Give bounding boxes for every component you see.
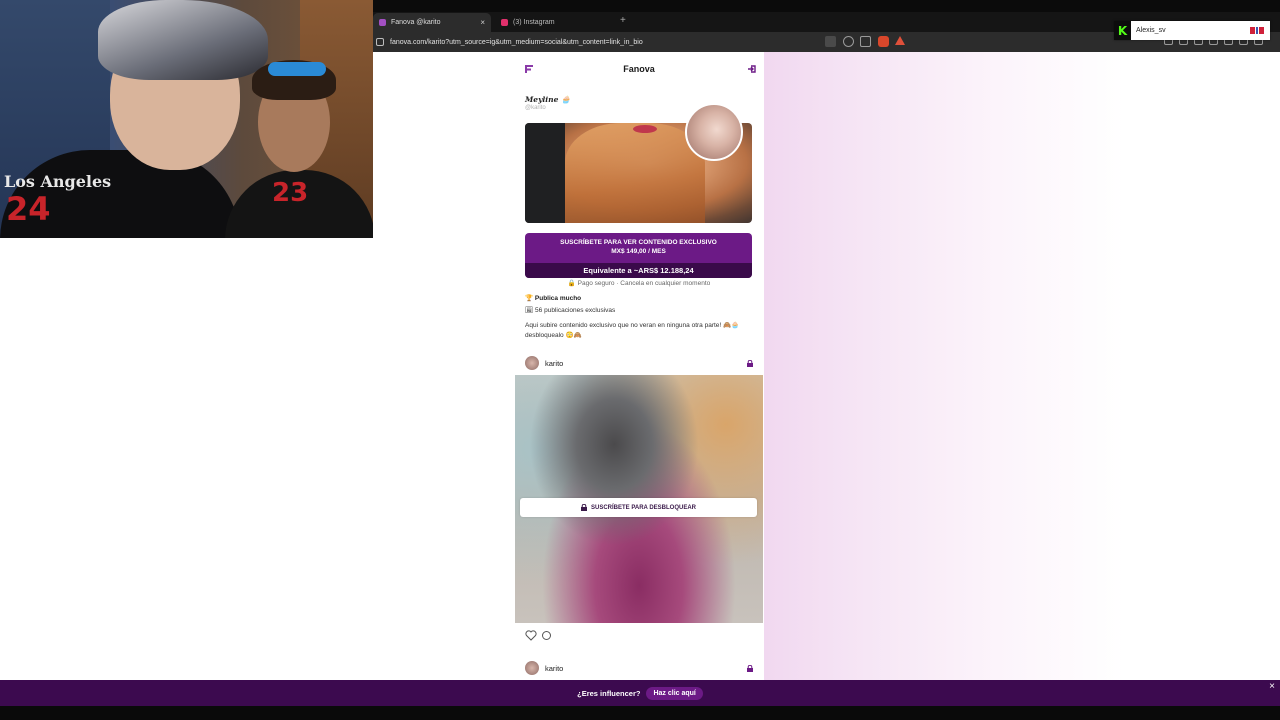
rewards-icon[interactable] xyxy=(895,36,905,45)
fanova-favicon-icon xyxy=(379,19,386,26)
app-title: Fanova xyxy=(623,64,655,74)
app-header: Fanova xyxy=(515,52,763,86)
creator-display-name: Meyline 🧁 xyxy=(525,95,571,104)
brave-shield-icon[interactable] xyxy=(878,36,889,47)
post-header: karito xyxy=(525,660,753,676)
subscribe-label: SUSCRÍBETE PARA VER CONTENIDO EXCLUSIVO xyxy=(560,239,717,246)
instagram-favicon-icon xyxy=(501,19,508,26)
unlock-post-button[interactable]: SUSCRÍBETE PARA DESBLOQUEAR xyxy=(520,498,757,517)
post-avatar[interactable] xyxy=(525,356,539,370)
lock-icon xyxy=(580,504,587,511)
fanova-page: Fanova Meyline 🧁 @karito SUSCRÍBETE PARA… xyxy=(515,52,763,680)
creator-avatar[interactable] xyxy=(685,103,743,161)
influencer-question: ¿Eres influencer? xyxy=(577,688,641,698)
site-info-icon[interactable] xyxy=(376,38,384,46)
close-icon[interactable]: × xyxy=(1269,681,1275,692)
comment-icon[interactable] xyxy=(541,630,552,641)
history-icon[interactable] xyxy=(843,36,854,47)
posting-frequency: 🏆 Publica mucho xyxy=(525,295,582,302)
unlock-label: SUSCRÍBETE PARA DESBLOQUEAR xyxy=(590,504,696,511)
post-actions xyxy=(525,630,552,641)
stream-username: Alexis_sv xyxy=(1136,27,1166,34)
screen: Fanova @karito × (3) Instagram + fanova.… xyxy=(0,0,1280,720)
heart-icon[interactable] xyxy=(525,630,537,641)
os-bottom-bar xyxy=(0,706,1280,720)
creator-handle: @karito xyxy=(525,105,546,111)
left-blank-area xyxy=(0,238,373,680)
secure-payment-note: 🔒 Pago seguro · Cancela en cualquier mom… xyxy=(567,280,711,287)
shirt-number: 24 xyxy=(6,190,51,228)
login-icon[interactable] xyxy=(747,64,757,74)
post-avatar[interactable] xyxy=(525,661,539,675)
new-tab-button[interactable]: + xyxy=(620,15,626,26)
tab-instagram[interactable]: (3) Instagram xyxy=(495,13,615,32)
subscribe-button[interactable]: SUSCRÍBETE PARA VER CONTENIDO EXCLUSIVO … xyxy=(525,233,752,278)
shirt-number: 23 xyxy=(272,178,309,208)
tab-fanova[interactable]: Fanova @karito × xyxy=(373,13,491,32)
post-header: karito xyxy=(525,355,753,371)
kick-logo-icon: K xyxy=(1114,21,1131,40)
post-username[interactable]: karito xyxy=(545,359,563,368)
fanova-logo-icon[interactable] xyxy=(524,64,534,74)
post-username[interactable]: karito xyxy=(545,664,563,673)
influencer-cta-button[interactable]: Haz clic aquí xyxy=(646,686,703,700)
tab-label: Fanova @karito xyxy=(391,19,441,26)
side-gradient-panel xyxy=(764,52,1280,680)
translate-icon[interactable] xyxy=(825,36,836,47)
shirt-text: Los Angeles xyxy=(4,172,112,191)
creator-bio: Aqui subire contenido exclusivo que no v… xyxy=(525,322,740,339)
influencer-banner: ¿Eres influencer? Haz clic aquí × xyxy=(0,680,1280,706)
lock-icon xyxy=(747,664,753,672)
share-icon[interactable] xyxy=(860,36,871,47)
tab-label: (3) Instagram xyxy=(513,19,555,26)
subscribe-price: MX$ 149,00 / MES xyxy=(611,248,666,255)
stream-user-badge: K Alexis_sv xyxy=(1114,21,1270,40)
address-url[interactable]: fanova.com/karito?utm_source=ig&utm_medi… xyxy=(390,39,643,46)
lock-icon xyxy=(747,359,753,367)
tab-close-icon[interactable]: × xyxy=(480,18,485,27)
webcam-feed: Los Angeles 24 23 xyxy=(0,0,373,238)
subscribe-equivalent-price: Equivalente a ~ARS$ 12.188,24 xyxy=(525,263,752,278)
flag-icon xyxy=(1250,27,1264,34)
post-count: 🖼 56 publicaciones exclusivas xyxy=(525,307,616,314)
